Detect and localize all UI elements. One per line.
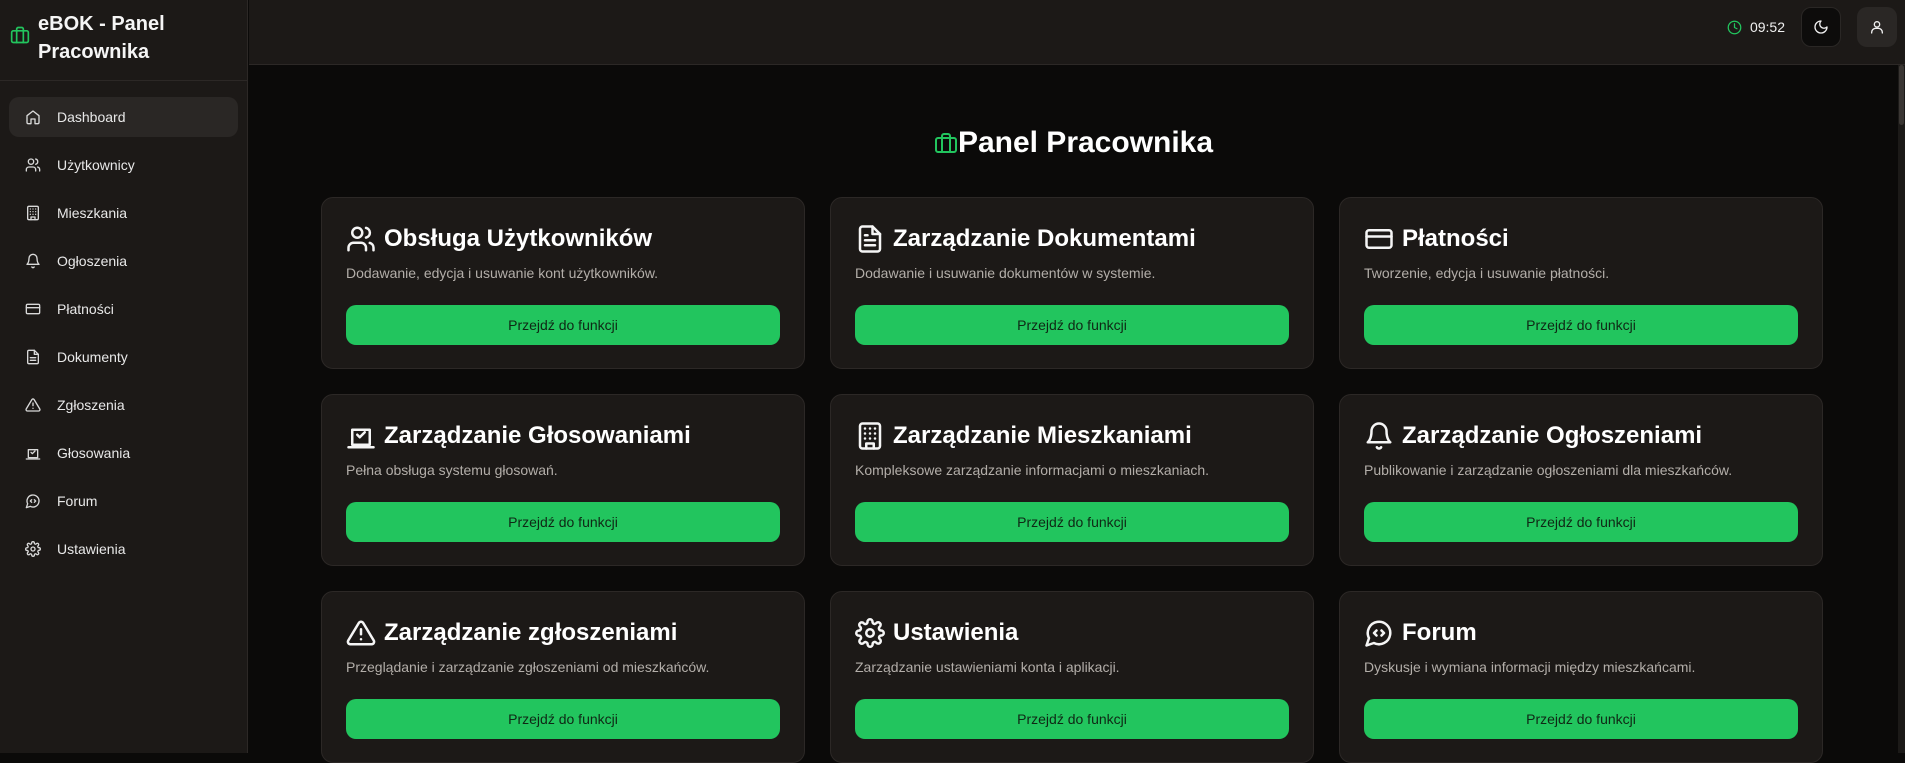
gear-icon [25, 541, 41, 557]
card-description: Tworzenie, edycja i usuwanie płatności. [1364, 265, 1798, 285]
card-description: Kompleksowe zarządzanie informacjami o m… [855, 462, 1289, 482]
card-title: Forum [1402, 619, 1477, 647]
alert-triangle-icon [25, 397, 41, 413]
theme-toggle-button[interactable] [1801, 7, 1841, 47]
card-description: Zarządzanie ustawieniami konta i aplikac… [855, 659, 1289, 679]
feature-card-users: Obsługa Użytkowników Dodawanie, edycja i… [321, 197, 805, 369]
scrollbar[interactable] [1898, 65, 1905, 753]
card-title: Zarządzanie zgłoszeniami [384, 619, 677, 647]
go-to-function-button[interactable]: Przejdź do funkcji [855, 699, 1289, 739]
card-title: Zarządzanie Dokumentami [893, 225, 1196, 253]
sidebar-item-reports[interactable]: Zgłoszenia [9, 385, 238, 425]
card-description: Dodawanie, edycja i usuwanie kont użytko… [346, 265, 780, 285]
page-title: Panel Pracownika [249, 126, 1898, 160]
go-to-function-button[interactable]: Przejdź do funkcji [1364, 699, 1798, 739]
users-icon [25, 157, 41, 173]
clock-icon [1727, 20, 1742, 35]
sidebar-item-label: Ustawienia [57, 541, 125, 557]
card-description: Publikowanie i zarządzanie ogłoszeniami … [1364, 462, 1798, 482]
card-title: Ustawienia [893, 619, 1018, 647]
sidebar-item-settings[interactable]: Ustawienia [9, 529, 238, 569]
feature-card-documents: Zarządzanie Dokumentami Dodawanie i usuw… [830, 197, 1314, 369]
user-icon [1869, 19, 1885, 35]
sidebar-item-label: Forum [57, 493, 97, 509]
card-description: Dodawanie i usuwanie dokumentów w system… [855, 265, 1289, 285]
message-icon [1364, 618, 1394, 648]
home-icon [25, 109, 41, 125]
clock: 09:52 [1727, 19, 1785, 35]
go-to-function-button[interactable]: Przejdź do funkcji [1364, 305, 1798, 345]
briefcase-icon [10, 25, 30, 45]
feature-card-reports: Zarządzanie zgłoszeniami Przeglądanie i … [321, 591, 805, 763]
credit-card-icon [25, 301, 41, 317]
building-icon [855, 421, 885, 451]
sidebar-item-label: Użytkownicy [57, 157, 135, 173]
card-title: Płatności [1402, 225, 1509, 253]
card-title: Zarządzanie Ogłoszeniami [1402, 422, 1702, 450]
sidebar-item-documents[interactable]: Dokumenty [9, 337, 238, 377]
go-to-function-button[interactable]: Przejdź do funkcji [1364, 502, 1798, 542]
sidebar-item-apartments[interactable]: Mieszkania [9, 193, 238, 233]
brand[interactable]: eBOK - Panel Pracownika [0, 0, 247, 81]
user-menu-button[interactable] [1857, 7, 1897, 47]
file-icon [25, 349, 41, 365]
go-to-function-button[interactable]: Przejdź do funkcji [346, 305, 780, 345]
sidebar-item-label: Dashboard [57, 109, 126, 125]
feature-card-apartments: Zarządzanie Mieszkaniami Kompleksowe zar… [830, 394, 1314, 566]
go-to-function-button[interactable]: Przejdź do funkcji [346, 699, 780, 739]
go-to-function-button[interactable]: Przejdź do funkcji [855, 502, 1289, 542]
top-bar: 09:52 [249, 0, 1905, 65]
bell-icon [1364, 421, 1394, 451]
sidebar-item-label: Dokumenty [57, 349, 128, 365]
sidebar-item-dashboard[interactable]: Dashboard [9, 97, 238, 137]
feature-grid: Obsługa Użytkowników Dodawanie, edycja i… [321, 197, 1823, 763]
sidebar-nav: Dashboard Użytkownicy Mieszkania Ogłosze… [0, 81, 247, 569]
building-icon [25, 205, 41, 221]
sidebar-item-label: Płatności [57, 301, 114, 317]
card-description: Dyskusje i wymiana informacji między mie… [1364, 659, 1798, 679]
sidebar-item-users[interactable]: Użytkownicy [9, 145, 238, 185]
page-title-text: Panel Pracownika [958, 126, 1213, 160]
sidebar-item-label: Zgłoszenia [57, 397, 125, 413]
sidebar-item-votes[interactable]: Głosowania [9, 433, 238, 473]
clock-time: 09:52 [1750, 19, 1785, 35]
users-icon [346, 224, 376, 254]
bell-icon [25, 253, 41, 269]
file-icon [855, 224, 885, 254]
sidebar-item-payments[interactable]: Płatności [9, 289, 238, 329]
sidebar-item-label: Głosowania [57, 445, 130, 461]
feature-card-settings: Ustawienia Zarządzanie ustawieniami kont… [830, 591, 1314, 763]
vote-icon [346, 421, 376, 451]
card-title: Zarządzanie Mieszkaniami [893, 422, 1192, 450]
sidebar-item-announcements[interactable]: Ogłoszenia [9, 241, 238, 281]
feature-card-payments: Płatności Tworzenie, edycja i usuwanie p… [1339, 197, 1823, 369]
message-icon [25, 493, 41, 509]
alert-triangle-icon [346, 618, 376, 648]
scrollbar-thumb[interactable] [1899, 65, 1904, 125]
card-title: Obsługa Użytkowników [384, 225, 652, 253]
app-title: eBOK - Panel Pracownika [38, 10, 188, 66]
sidebar: eBOK - Panel Pracownika Dashboard Użytko… [0, 0, 248, 753]
sidebar-item-label: Mieszkania [57, 205, 127, 221]
feature-card-forum: Forum Dyskusje i wymiana informacji międ… [1339, 591, 1823, 763]
go-to-function-button[interactable]: Przejdź do funkcji [855, 305, 1289, 345]
briefcase-icon [934, 131, 958, 155]
card-description: Pełna obsługa systemu głosowań. [346, 462, 780, 482]
vote-icon [25, 445, 41, 461]
go-to-function-button[interactable]: Przejdź do funkcji [346, 502, 780, 542]
card-title: Zarządzanie Głosowaniami [384, 422, 691, 450]
gear-icon [855, 618, 885, 648]
sidebar-item-forum[interactable]: Forum [9, 481, 238, 521]
feature-card-announcements: Zarządzanie Ogłoszeniami Publikowanie i … [1339, 394, 1823, 566]
sidebar-item-label: Ogłoszenia [57, 253, 127, 269]
feature-card-votes: Zarządzanie Głosowaniami Pełna obsługa s… [321, 394, 805, 566]
main-content: Panel Pracownika Obsługa Użytkowników Do… [249, 66, 1898, 753]
card-description: Przeglądanie i zarządzanie zgłoszeniami … [346, 659, 780, 679]
moon-icon [1813, 19, 1829, 35]
credit-card-icon [1364, 224, 1394, 254]
